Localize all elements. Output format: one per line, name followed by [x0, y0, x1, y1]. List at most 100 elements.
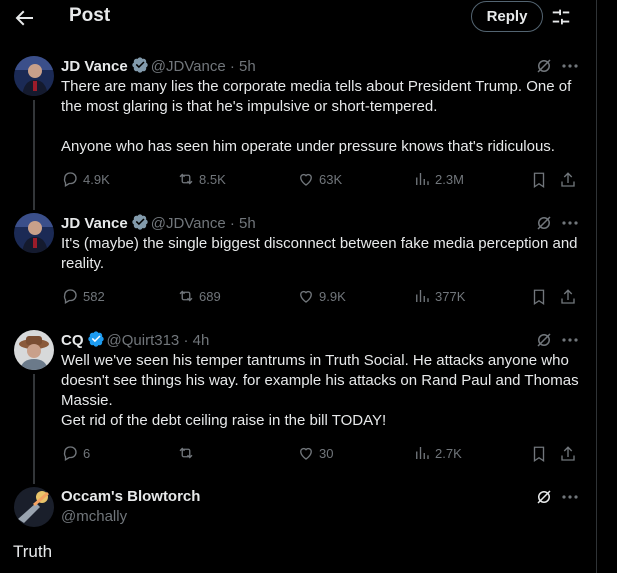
like-action[interactable]: 9.9K	[297, 287, 346, 307]
main-post-text: Truth	[13, 542, 53, 561]
grok-icon[interactable]	[535, 214, 553, 232]
author-handle[interactable]: @mchally	[61, 508, 127, 525]
view-count: 2.7K	[435, 446, 462, 461]
ellipsis-icon[interactable]	[560, 56, 580, 76]
author-name[interactable]: CQ	[61, 332, 84, 349]
views-action[interactable]: 2.7K	[413, 444, 462, 464]
timestamp[interactable]: 5h	[239, 58, 256, 75]
tweet[interactable]: CQ @Quirt313 · 4h Well we've seen his tem…	[0, 330, 597, 484]
author-name[interactable]: Occam's Blowtorch	[61, 488, 200, 505]
verified-badge-icon	[87, 331, 104, 347]
thread-line	[33, 374, 35, 484]
tweet-header: JD Vance @JDVance · 5h	[61, 213, 256, 233]
tweet-paragraph: Anyone who has seen him operate under pr…	[61, 138, 555, 155]
tweet-paragraph	[61, 117, 581, 137]
share-icon[interactable]	[559, 445, 577, 463]
grok-icon[interactable]	[535, 488, 553, 506]
thread-line	[33, 100, 35, 210]
separator: ·	[229, 58, 235, 75]
tweet-text: It's (maybe) the single biggest disconne…	[61, 234, 581, 274]
timestamp[interactable]: 4h	[193, 332, 210, 349]
arrow-left-icon[interactable]	[12, 6, 36, 30]
separator: ·	[183, 332, 189, 349]
tweet-paragraph: There are many lies the corporate media …	[61, 78, 572, 115]
tweet-handle-row: @mchally	[61, 507, 127, 527]
reply-button[interactable]: Reply	[471, 1, 543, 32]
tweet-actions: 6 30 2.7K	[61, 444, 586, 464]
tweet-header: CQ @Quirt313 · 4h	[61, 330, 209, 350]
tweet[interactable]: JD Vance @JDVance · 5h It's (maybe) the s…	[0, 213, 597, 313]
tweet-text: There are many lies the corporate media …	[61, 77, 581, 157]
bookmark-icon[interactable]	[530, 288, 548, 306]
tweet[interactable]: JD Vance @JDVance · 5h There are many lie…	[0, 56, 597, 210]
tweet-header: JD Vance @JDVance · 5h	[61, 56, 256, 76]
separator: ·	[229, 215, 235, 232]
heart-icon	[300, 447, 312, 460]
repost-action[interactable]: 8.5K	[177, 170, 226, 190]
speech-bubble-icon	[63, 446, 77, 461]
tweet-actions: 582 689 9.9K 377K	[61, 287, 586, 307]
like-count: 9.9K	[319, 289, 346, 304]
like-action[interactable]: 63K	[297, 170, 342, 190]
page-title: Post	[69, 5, 111, 26]
repost-icon	[179, 290, 193, 302]
grok-icon[interactable]	[535, 331, 553, 349]
main-post[interactable]: Occam's Blowtorch @mchally	[0, 487, 597, 573]
sliders-icon[interactable]	[550, 6, 572, 28]
heart-icon	[300, 290, 312, 303]
reply-count: 582	[83, 289, 105, 304]
repost-icon	[179, 173, 193, 185]
views-action[interactable]: 2.3M	[413, 170, 464, 190]
post-column: Post Reply JD Vance @JDVance · 5h There a…	[0, 0, 597, 573]
view-count: 2.3M	[435, 172, 464, 187]
avatar[interactable]	[14, 330, 54, 370]
repost-action[interactable]	[177, 444, 199, 464]
reply-count: 4.9K	[83, 172, 110, 187]
bar-chart-icon	[416, 290, 429, 302]
like-count: 63K	[319, 172, 343, 187]
repost-count: 8.5K	[199, 172, 226, 187]
author-name[interactable]: JD Vance	[61, 215, 128, 232]
speech-bubble-icon	[63, 289, 77, 304]
timestamp[interactable]: 5h	[239, 215, 256, 232]
verified-badge-icon	[132, 214, 148, 230]
bar-chart-icon	[416, 173, 429, 185]
reply-action[interactable]: 6	[61, 444, 90, 464]
avatar[interactable]	[14, 56, 54, 96]
author-name[interactable]: JD Vance	[61, 58, 128, 75]
grok-icon[interactable]	[535, 57, 553, 75]
avatar[interactable]	[14, 487, 54, 527]
tweet-actions: 4.9K 8.5K 63K 2.3M	[61, 170, 586, 190]
reply-action[interactable]: 4.9K	[61, 170, 110, 190]
author-handle[interactable]: @Quirt313	[107, 332, 180, 349]
speech-bubble-icon	[63, 172, 77, 187]
views-action[interactable]: 377K	[413, 287, 465, 307]
view-count: 377K	[435, 289, 466, 304]
ellipsis-icon[interactable]	[560, 213, 580, 233]
repost-count: 689	[199, 289, 221, 304]
bookmark-icon[interactable]	[530, 171, 548, 189]
heart-icon	[300, 173, 312, 186]
author-handle[interactable]: @JDVance	[151, 215, 226, 232]
like-action[interactable]: 30	[297, 444, 333, 464]
repost-action[interactable]: 689	[177, 287, 221, 307]
tweet-header: Occam's Blowtorch	[61, 487, 200, 507]
share-icon[interactable]	[559, 288, 577, 306]
tweet-paragraph: Well we've seen his temper tantrums in T…	[61, 352, 579, 409]
reply-action[interactable]: 582	[61, 287, 105, 307]
avatar[interactable]	[14, 213, 54, 253]
tweet-paragraph: It's (maybe) the single biggest disconne…	[61, 235, 578, 272]
like-count: 30	[319, 446, 334, 461]
author-handle[interactable]: @JDVance	[151, 58, 226, 75]
ellipsis-icon[interactable]	[560, 330, 580, 350]
repost-icon	[179, 447, 193, 459]
tweet-text: Well we've seen his temper tantrums in T…	[61, 351, 581, 431]
post-header: Post Reply	[0, 0, 597, 33]
share-icon[interactable]	[559, 171, 577, 189]
reply-count: 6	[83, 446, 91, 461]
bar-chart-icon	[416, 447, 429, 459]
verified-badge-icon	[132, 57, 148, 73]
tweet-paragraph: Get rid of the debt ceiling raise in the…	[61, 412, 387, 429]
ellipsis-icon[interactable]	[560, 487, 580, 507]
bookmark-icon[interactable]	[530, 445, 548, 463]
